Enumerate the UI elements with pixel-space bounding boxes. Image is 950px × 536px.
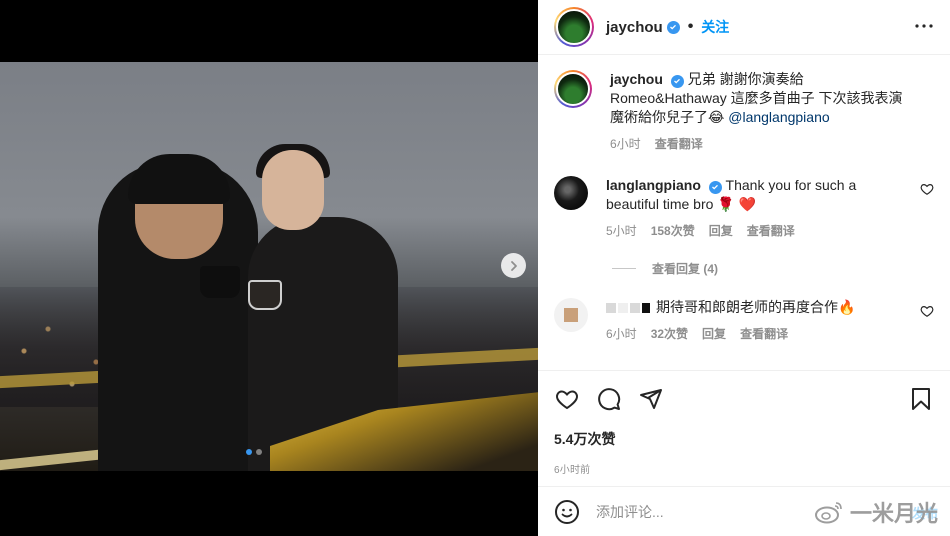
view-replies-button[interactable]: 查看回复 (4) [612,260,718,277]
verified-badge-icon [708,180,722,194]
share-send-icon[interactable] [638,386,664,412]
comment-row: langlangpiano Thank you for such a beaut… [554,176,934,241]
comment-bubble-icon[interactable] [596,386,622,412]
post-actions: 5.4万次赞 6小时前 [538,370,950,476]
likes-count[interactable]: 5.4万次赞 [554,429,934,449]
follow-button[interactable]: 关注 [701,17,729,37]
verified-badge-icon [670,74,684,88]
author-avatar[interactable] [554,70,592,108]
author-username[interactable]: jaychou [606,19,663,36]
post-side-panel: jaychou • 关注 jaychou 兄弟 謝謝你演奏給Romeo&Hath… [538,0,950,536]
carousel-indicator [246,449,262,455]
reply-button[interactable]: 回复 [702,325,726,344]
separator-dot: • [687,18,694,35]
emoji-smile-icon[interactable] [554,499,580,525]
comment-username[interactable]: langlangpiano [606,177,701,193]
author-avatar[interactable] [554,7,594,47]
view-replies-label: 查看回复 (4) [652,262,719,276]
caption-row: jaychou 兄弟 謝謝你演奏給Romeo&Hathaway 這麼多首曲子 下… [554,70,934,154]
translate-button[interactable]: 查看翻译 [655,135,703,154]
post-timestamp[interactable]: 6小时前 [554,461,934,476]
watermark-text: 一米月光 [849,501,938,526]
carousel-dot [246,449,252,455]
verified-badge-icon [666,20,680,34]
comment-input[interactable] [596,503,796,520]
comment-row: 期待哥和郎朗老师的再度合作🔥 6小时 32次赞 回复 查看翻译 [554,298,934,344]
comments-list: jaychou 兄弟 謝謝你演奏給Romeo&Hathaway 這麼多首曲子 下… [538,56,950,370]
comment-composer: 发布 一米月光 [538,486,950,536]
save-bookmark-icon[interactable] [908,386,934,412]
like-comment-heart-icon[interactable] [920,304,934,318]
chevron-right-icon [510,260,517,271]
weibo-logo-icon [814,502,842,524]
comment-likes[interactable]: 32次赞 [651,325,688,344]
comment-likes[interactable]: 158次赞 [651,222,695,241]
blurred-username[interactable] [606,303,650,314]
weibo-watermark: 一米月光 [814,496,938,528]
carousel-dot [256,449,262,455]
like-comment-heart-icon[interactable] [920,182,934,196]
commenter-avatar[interactable] [554,298,588,332]
post-media [0,0,538,536]
comment-text: 期待哥和郎朗老师的再度合作🔥 [656,299,856,315]
carousel-next-button[interactable] [501,253,526,278]
caption-mention-link[interactable]: @langlangpiano [728,109,829,125]
comment-time: 5小时 [606,224,637,238]
caption-time: 6小时 [610,137,641,151]
like-heart-icon[interactable] [554,386,580,412]
more-options-icon[interactable] [914,16,934,36]
comment-time: 6小时 [606,327,637,341]
post-photo [0,62,538,471]
post-header: jaychou • 关注 [538,0,950,55]
commenter-avatar[interactable] [554,176,588,210]
reply-button[interactable]: 回复 [709,222,733,241]
translate-button[interactable]: 查看翻译 [747,222,795,241]
caption-username[interactable]: jaychou [610,71,663,87]
translate-button[interactable]: 查看翻译 [740,325,788,344]
